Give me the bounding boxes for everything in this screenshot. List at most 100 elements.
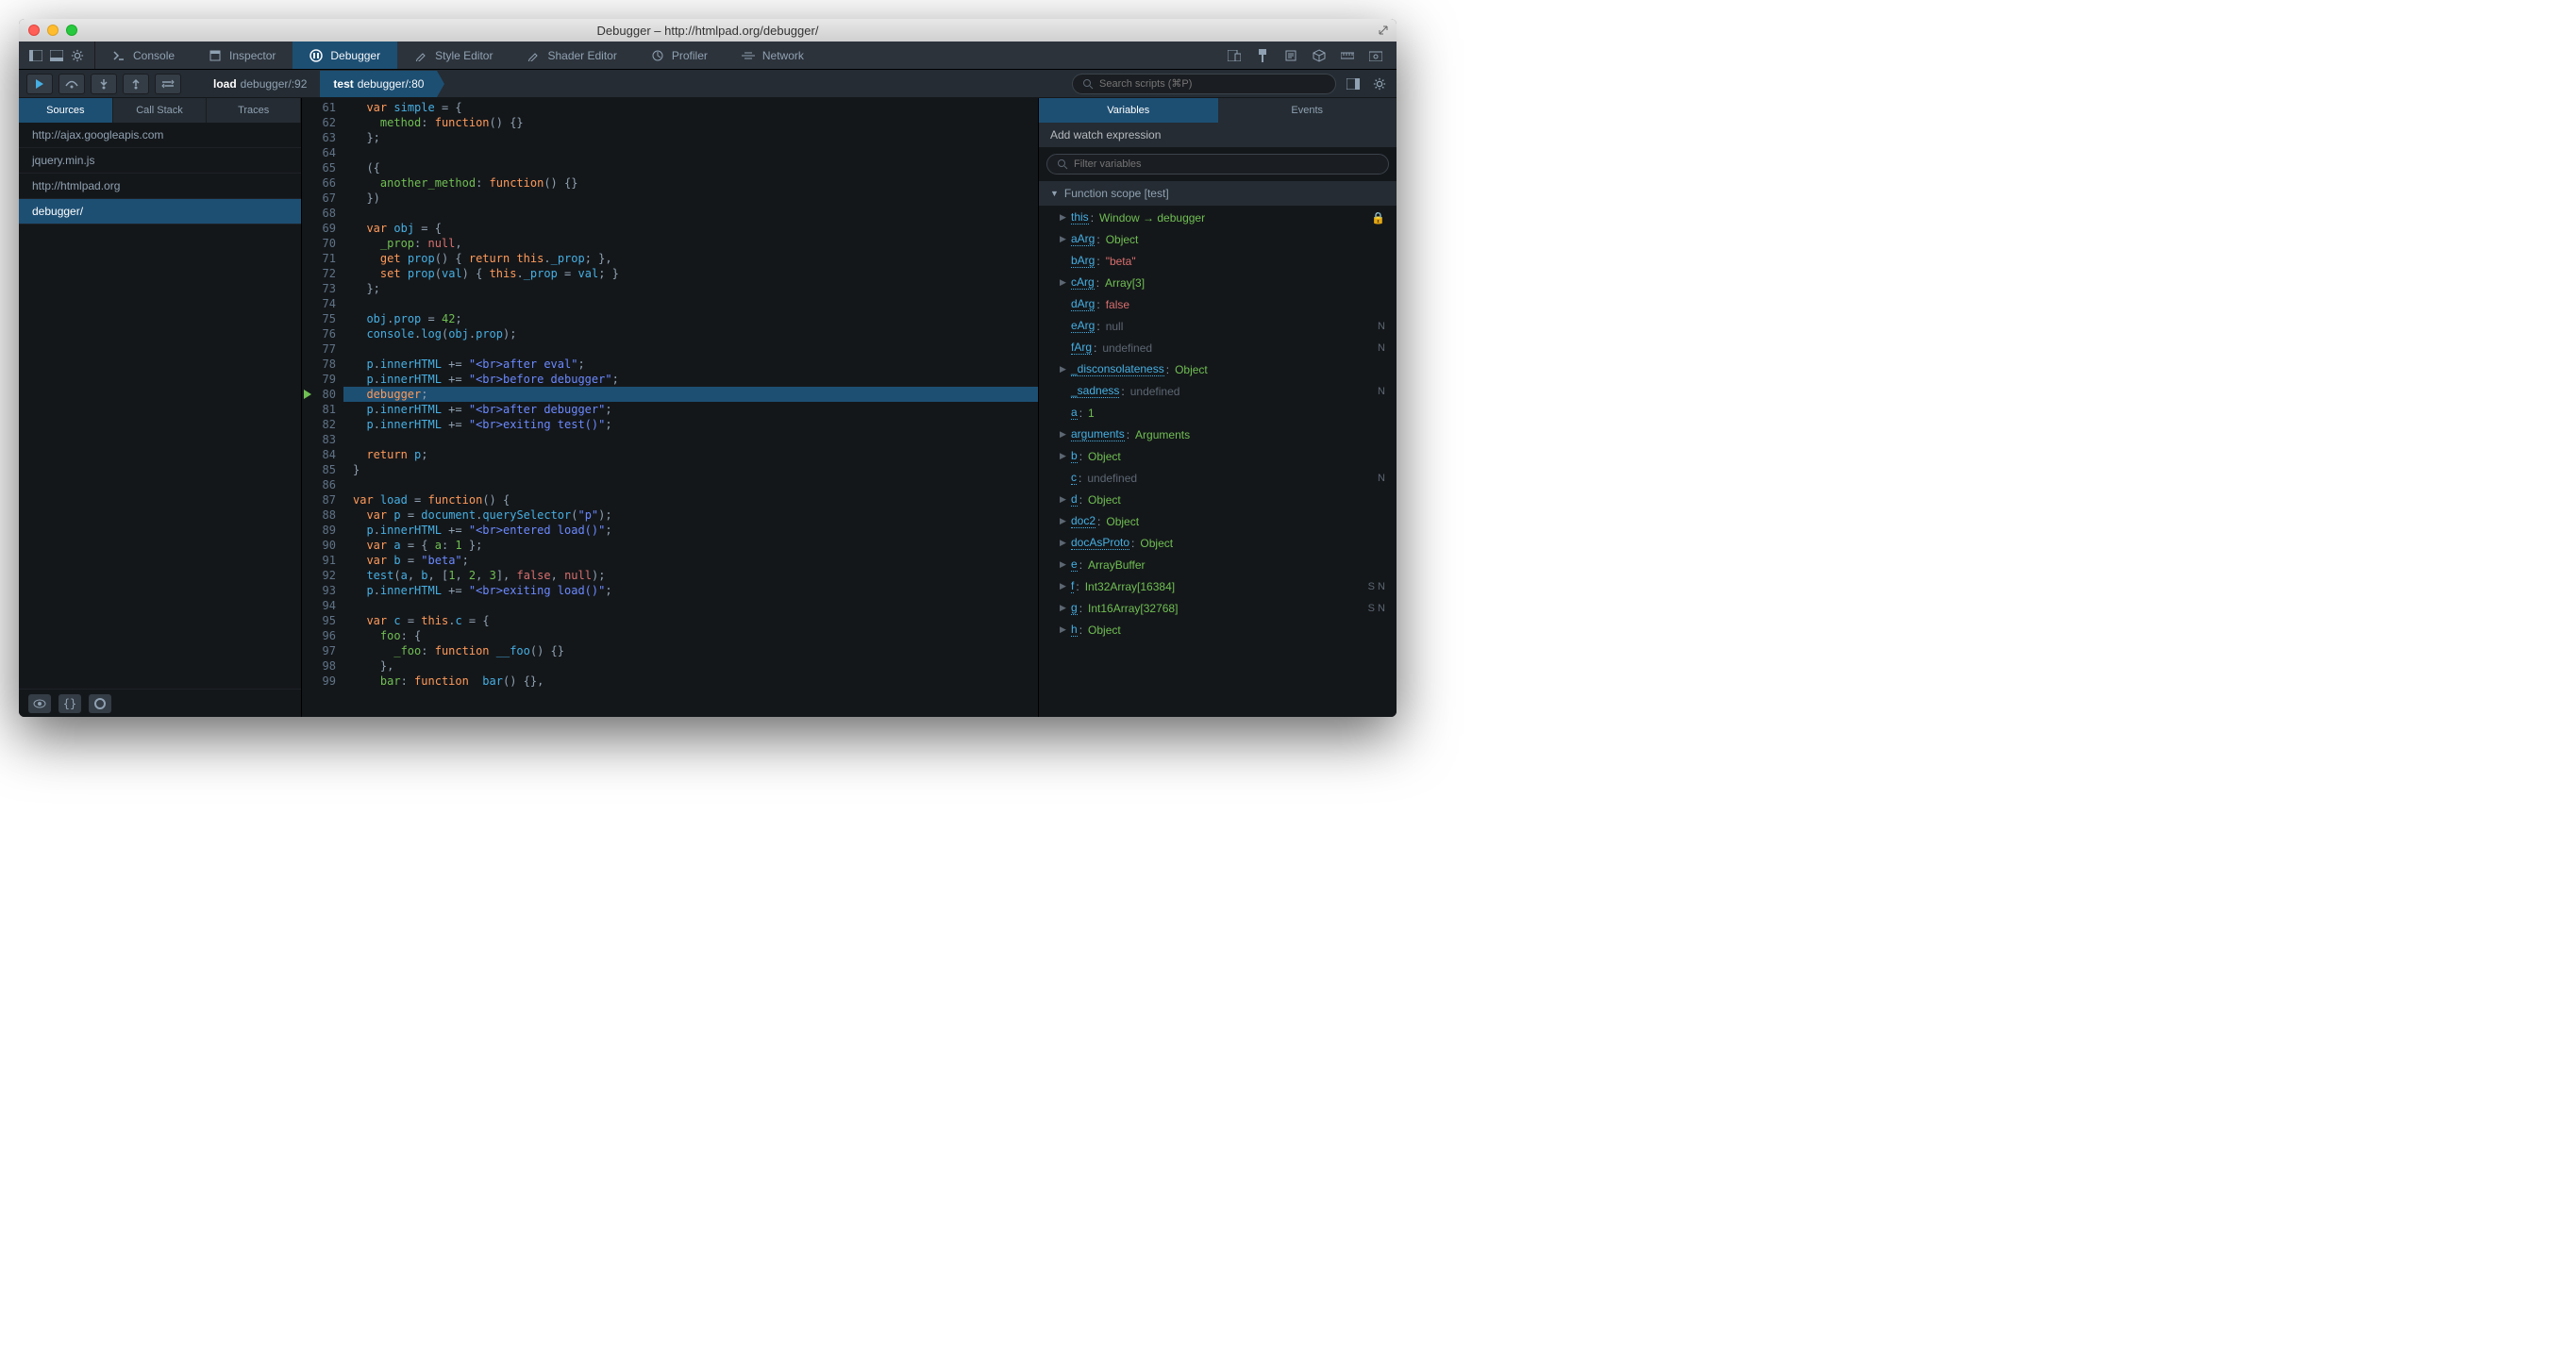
ruler-icon[interactable] xyxy=(1338,46,1357,65)
scratchpad-icon[interactable] xyxy=(1281,46,1300,65)
line-number[interactable]: 86 xyxy=(302,477,343,492)
expand-arrow-icon[interactable]: ▶ xyxy=(1060,277,1069,288)
add-watch-expression[interactable]: Add watch expression xyxy=(1039,123,1397,148)
line-number[interactable]: 99 xyxy=(302,674,343,689)
filter-variables-input[interactable] xyxy=(1074,158,1379,170)
line-number[interactable]: 89 xyxy=(302,523,343,538)
line-number[interactable]: 65 xyxy=(302,160,343,175)
variable-row[interactable]: ▶docAsProto:Object xyxy=(1039,532,1397,554)
expand-icon[interactable] xyxy=(1378,25,1389,36)
line-number[interactable]: 76 xyxy=(302,326,343,341)
tab-shader-editor[interactable]: Shader Editor xyxy=(510,42,633,69)
expand-arrow-icon[interactable]: ▶ xyxy=(1060,624,1069,635)
code-line[interactable]: obj.prop = 42; xyxy=(343,311,1038,326)
line-number[interactable]: 83 xyxy=(302,432,343,447)
paint-icon[interactable] xyxy=(1253,46,1272,65)
code-line[interactable]: get prop() { return this._prop; }, xyxy=(343,251,1038,266)
variable-row[interactable]: ▶f:Int32Array[16384]S N xyxy=(1039,575,1397,597)
code-line[interactable]: }) xyxy=(343,191,1038,206)
line-number[interactable]: 79 xyxy=(302,372,343,387)
code-line[interactable]: return p; xyxy=(343,447,1038,462)
line-number[interactable]: 90 xyxy=(302,538,343,553)
code-line[interactable]: bar: function bar() {}, xyxy=(343,674,1038,689)
variable-row[interactable]: a:1 xyxy=(1039,402,1397,424)
filter-variables-box[interactable] xyxy=(1046,154,1389,175)
code-line[interactable] xyxy=(343,341,1038,357)
variable-row[interactable]: ▶g:Int16Array[32768]S N xyxy=(1039,597,1397,619)
code-line[interactable]: console.log(obj.prop); xyxy=(343,326,1038,341)
source-item[interactable]: debugger/ xyxy=(19,199,301,225)
gear-icon[interactable] xyxy=(68,46,87,65)
sidebar-tab-call-stack[interactable]: Call Stack xyxy=(113,98,208,123)
code-line[interactable]: } xyxy=(343,462,1038,477)
code-line[interactable] xyxy=(343,477,1038,492)
step-out-button[interactable] xyxy=(123,74,149,94)
line-number[interactable]: 67 xyxy=(302,191,343,206)
tab-profiler[interactable]: Profiler xyxy=(634,42,725,69)
line-number[interactable]: 75 xyxy=(302,311,343,326)
callstack-frame[interactable]: testdebugger/:80 xyxy=(320,71,437,97)
line-number[interactable]: 88 xyxy=(302,507,343,523)
code-line[interactable]: p.innerHTML += "<br>after debugger"; xyxy=(343,402,1038,417)
watch-icon[interactable] xyxy=(28,694,51,713)
search-scripts-input[interactable] xyxy=(1099,78,1326,90)
line-number[interactable]: 98 xyxy=(302,658,343,674)
code-line[interactable]: p.innerHTML += "<br>exiting test()"; xyxy=(343,417,1038,432)
code-line[interactable] xyxy=(343,432,1038,447)
source-item[interactable]: http://ajax.googleapis.com xyxy=(19,123,301,148)
line-number[interactable]: 91 xyxy=(302,553,343,568)
line-number[interactable]: 92 xyxy=(302,568,343,583)
code-line[interactable]: var a = { a: 1 }; xyxy=(343,538,1038,553)
expand-arrow-icon[interactable]: ▶ xyxy=(1060,364,1069,374)
line-number[interactable]: 93 xyxy=(302,583,343,598)
variable-row[interactable]: ▶arguments:Arguments xyxy=(1039,424,1397,445)
variable-row[interactable]: ▶e:ArrayBuffer xyxy=(1039,554,1397,575)
variable-row[interactable]: ▶cArg:Array[3] xyxy=(1039,272,1397,293)
line-number[interactable]: 94 xyxy=(302,598,343,613)
variable-row[interactable]: c:undefinedN xyxy=(1039,467,1397,489)
responsive-icon[interactable] xyxy=(1225,46,1244,65)
code-editor[interactable]: 6162636465666768697071727374757677787980… xyxy=(302,98,1038,717)
variable-row[interactable]: ▶b:Object xyxy=(1039,445,1397,467)
line-number[interactable]: 68 xyxy=(302,206,343,221)
code-line[interactable]: another_method: function() {} xyxy=(343,175,1038,191)
line-number[interactable]: 66 xyxy=(302,175,343,191)
code-line[interactable]: debugger; xyxy=(343,387,1038,402)
line-number[interactable]: 85 xyxy=(302,462,343,477)
variable-row[interactable]: ▶this:Window → debugger🔒 xyxy=(1039,207,1397,228)
source-item[interactable]: jquery.min.js xyxy=(19,148,301,174)
line-number[interactable]: 78 xyxy=(302,357,343,372)
expand-arrow-icon[interactable]: ▶ xyxy=(1060,212,1069,223)
step-in-button[interactable] xyxy=(91,74,117,94)
line-number[interactable]: 70 xyxy=(302,236,343,251)
code-line[interactable]: var b = "beta"; xyxy=(343,553,1038,568)
variable-row[interactable]: eArg:nullN xyxy=(1039,315,1397,337)
tab-network[interactable]: Network xyxy=(725,42,821,69)
variable-row[interactable]: fArg:undefinedN xyxy=(1039,337,1397,358)
line-number[interactable]: 62 xyxy=(302,115,343,130)
expand-arrow-icon[interactable]: ▶ xyxy=(1060,429,1069,440)
expand-arrow-icon[interactable]: ▶ xyxy=(1060,559,1069,570)
line-number[interactable]: 77 xyxy=(302,341,343,357)
screenshot-icon[interactable] xyxy=(1366,46,1385,65)
line-number[interactable]: 96 xyxy=(302,628,343,643)
code-line[interactable]: }; xyxy=(343,130,1038,145)
code-line[interactable]: _foo: function __foo() {} xyxy=(343,643,1038,658)
code-line[interactable]: p.innerHTML += "<br>entered load()"; xyxy=(343,523,1038,538)
code-line[interactable]: var simple = { xyxy=(343,100,1038,115)
line-number[interactable]: 73 xyxy=(302,281,343,296)
code-line[interactable]: p.innerHTML += "<br>exiting load()"; xyxy=(343,583,1038,598)
callstack-frame[interactable]: loaddebugger/:92 xyxy=(200,71,320,97)
dock-side-icon[interactable] xyxy=(26,46,45,65)
tab-style-editor[interactable]: Style Editor xyxy=(397,42,510,69)
code-line[interactable]: var c = this.c = { xyxy=(343,613,1038,628)
toggle-breakpoints-button[interactable] xyxy=(155,74,181,94)
line-number[interactable]: 63 xyxy=(302,130,343,145)
code-line[interactable]: p.innerHTML += "<br>before debugger"; xyxy=(343,372,1038,387)
expand-arrow-icon[interactable]: ▶ xyxy=(1060,538,1069,548)
code-line[interactable]: foo: { xyxy=(343,628,1038,643)
code-line[interactable] xyxy=(343,296,1038,311)
expand-arrow-icon[interactable]: ▶ xyxy=(1060,234,1069,244)
sidebar-tab-traces[interactable]: Traces xyxy=(207,98,301,123)
step-over-button[interactable] xyxy=(59,74,85,94)
